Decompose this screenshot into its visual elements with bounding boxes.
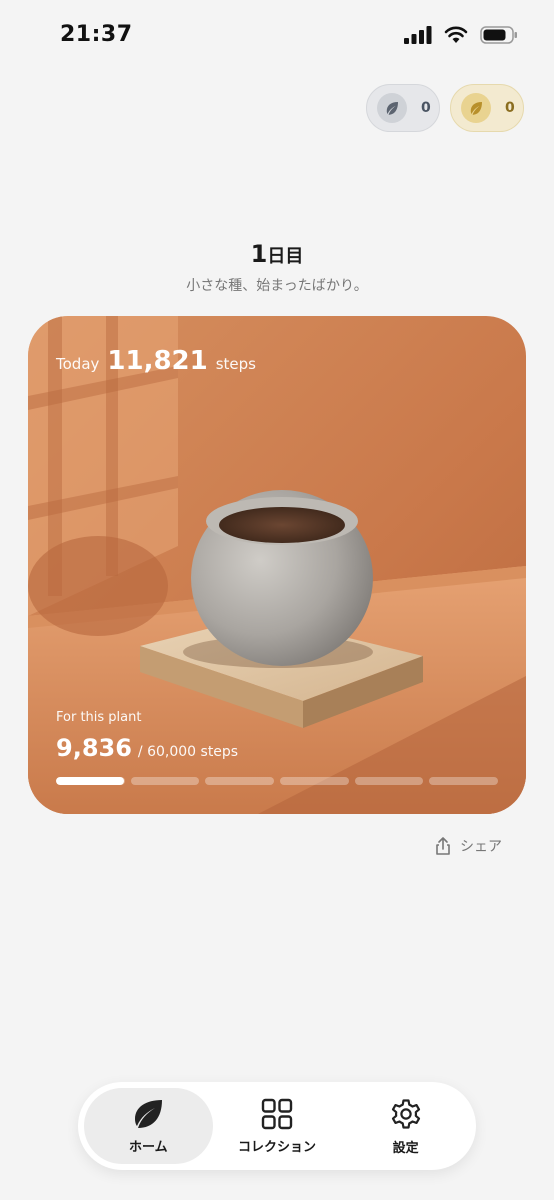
tab-collection-label: コレクション — [238, 1139, 317, 1155]
status-time: 21:37 — [60, 22, 133, 47]
progress-segment — [205, 777, 275, 785]
battery-icon — [480, 26, 517, 44]
silver-leaf-count: 0 — [421, 100, 431, 116]
tab-settings[interactable]: 設定 — [341, 1088, 470, 1164]
progress-segment — [130, 777, 200, 785]
leaf-icon — [135, 1099, 163, 1128]
today-steps-value: 11,821 — [107, 346, 208, 376]
share-label: シェア — [460, 839, 502, 855]
day-suffix: 日目 — [267, 246, 304, 267]
plant-current-steps: 9,836 — [56, 734, 132, 762]
tab-home-label: ホーム — [129, 1139, 168, 1155]
silver-leaf-icon — [377, 93, 407, 123]
grid-icon — [261, 1098, 293, 1129]
today-steps-unit: steps — [215, 355, 256, 373]
progress-segment — [429, 777, 499, 785]
plant-progress-line: 9,836 / 60,000 steps — [56, 734, 238, 762]
currency-row: 0 0 — [366, 84, 524, 132]
wifi-icon — [444, 26, 468, 43]
progress-segment-fill — [56, 777, 124, 785]
gear-icon — [391, 1098, 420, 1129]
plant-progress-label: For this plant — [56, 710, 142, 725]
day-subtitle: 小さな種、始まったばかり。 — [186, 278, 368, 294]
silver-leaf-counter[interactable]: 0 — [366, 84, 440, 132]
plant-goal-steps: / 60,000 steps — [137, 744, 239, 760]
tab-bar: ホーム コレクション 設定 — [78, 1082, 476, 1170]
progress-segment — [354, 777, 424, 785]
tab-collection[interactable]: コレクション — [213, 1088, 342, 1164]
plant-card[interactable]: Today 11,821 steps For this plant 9,836 … — [28, 316, 526, 814]
tab-home[interactable]: ホーム — [84, 1088, 213, 1164]
progress-segment — [56, 777, 125, 785]
gold-leaf-count: 0 — [505, 100, 515, 116]
today-steps-line: Today 11,821 steps — [56, 346, 256, 376]
day-title: 1日目 — [0, 240, 554, 268]
gold-leaf-counter[interactable]: 0 — [450, 84, 524, 132]
today-label: Today — [56, 355, 100, 373]
tab-settings-label: 設定 — [392, 1140, 419, 1156]
status-bar: 21:37 — [0, 0, 554, 74]
share-icon — [436, 837, 450, 855]
day-number: 1 — [250, 240, 268, 268]
plant-progress-bar — [56, 777, 499, 785]
cellular-signal-icon — [404, 26, 432, 44]
progress-segment — [280, 777, 349, 785]
status-icons — [404, 26, 518, 44]
share-button[interactable]: シェア — [434, 836, 502, 856]
gold-leaf-icon — [461, 93, 491, 123]
